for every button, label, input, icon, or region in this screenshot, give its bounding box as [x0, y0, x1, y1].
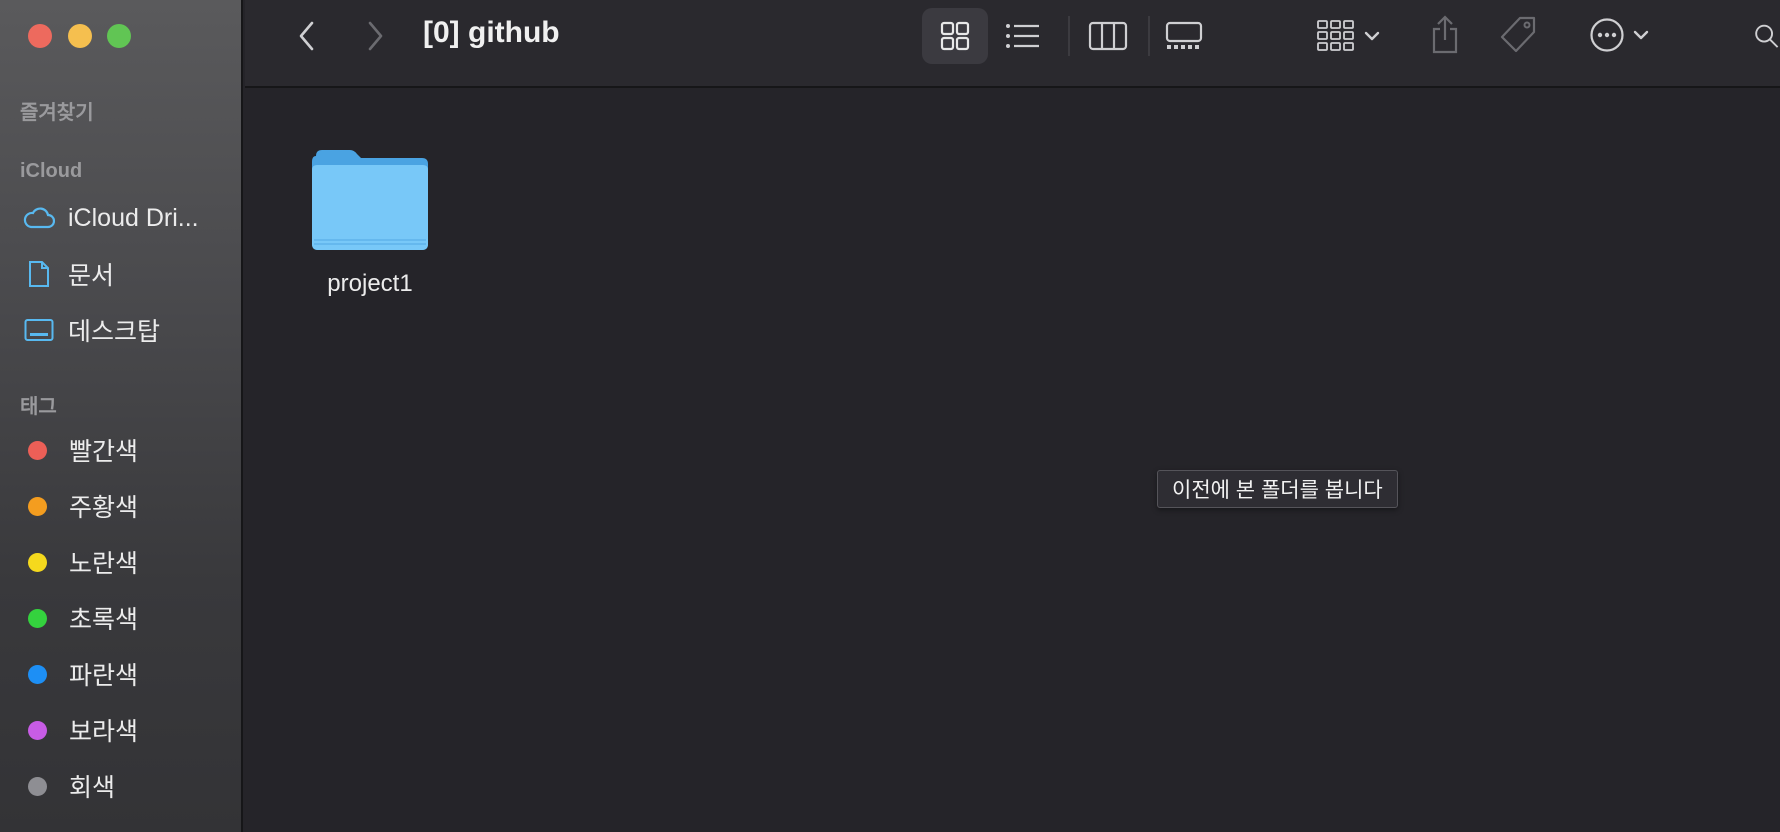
grid-icon	[940, 21, 970, 51]
purple-tag-dot-icon	[28, 720, 47, 740]
desktop-icon	[22, 313, 56, 347]
favorites-section-title: 즐겨찾기	[20, 102, 94, 124]
search-icon	[1755, 24, 1779, 48]
tags-section-title: 태그	[20, 396, 57, 418]
green-tag-dot-icon	[28, 608, 47, 628]
file-browser-content: project1 이전에 본 폴더를 봅니다	[245, 88, 1780, 832]
chevron-left-icon	[299, 21, 314, 51]
tag-icon	[1500, 16, 1536, 53]
toolbar: [0] github	[245, 0, 1780, 88]
cloud-icon	[22, 201, 56, 235]
forward-button[interactable]	[355, 16, 395, 56]
icon-view-button[interactable]	[922, 8, 988, 64]
yellow-tag-dot-icon	[28, 552, 47, 572]
gallery-icon	[1165, 21, 1203, 49]
share-icon	[1432, 15, 1458, 54]
sidebar-item-label: iCloud Dri...	[68, 203, 199, 232]
zoom-window-button[interactable]	[107, 24, 131, 48]
column-view-button[interactable]	[1085, 14, 1131, 58]
tag-label: 파란색	[69, 662, 139, 690]
list-view-button[interactable]	[1001, 14, 1045, 58]
sidebar-tag-red[interactable]: 빨간색	[20, 430, 235, 470]
tag-label: 주황색	[69, 494, 139, 522]
search-button[interactable]	[1753, 16, 1780, 56]
icloud-section-title: iCloud	[20, 160, 83, 182]
chevron-down-icon	[1633, 30, 1649, 40]
sidebar-item-desktop[interactable]: 데스크탑	[22, 310, 237, 350]
file-name: project1	[327, 270, 413, 297]
toolbar-divider	[1068, 16, 1070, 56]
window-title: [0] github	[423, 16, 560, 49]
sidebar-item-documents[interactable]: 문서	[22, 254, 237, 294]
ellipsis-circle-icon	[1590, 18, 1624, 52]
columns-icon	[1088, 21, 1128, 51]
sidebar-tag-gray[interactable]: 회색	[20, 766, 235, 806]
tag-label: 노란색	[69, 550, 139, 578]
group-grid-icon	[1317, 20, 1354, 51]
tag-button[interactable]	[1495, 12, 1541, 58]
chevron-right-icon	[368, 21, 383, 51]
tooltip: 이전에 본 폴더를 봅니다	[1157, 470, 1398, 508]
sidebar: 즐겨찾기 iCloud iCloud Dri... 문서 데스크탑 태그 빨간색	[0, 0, 243, 832]
sidebar-tag-blue[interactable]: 파란색	[20, 654, 235, 694]
group-button[interactable]	[1313, 12, 1383, 60]
orange-tag-dot-icon	[28, 496, 47, 516]
sidebar-tag-purple[interactable]: 보라색	[20, 710, 235, 750]
share-button[interactable]	[1423, 10, 1467, 60]
gallery-view-button[interactable]	[1160, 14, 1208, 58]
close-window-button[interactable]	[28, 24, 52, 48]
blue-tag-dot-icon	[28, 664, 47, 684]
sidebar-tag-green[interactable]: 초록색	[20, 598, 235, 638]
sidebar-tag-orange[interactable]: 주황색	[20, 486, 235, 526]
sidebar-item-label: 데스크탑	[68, 318, 161, 346]
tag-label: 초록색	[69, 606, 139, 634]
sidebar-item-label: 문서	[68, 262, 115, 290]
minimize-window-button[interactable]	[68, 24, 92, 48]
file-item[interactable]: project1	[300, 148, 440, 298]
sidebar-tag-yellow[interactable]: 노란색	[20, 542, 235, 582]
document-icon	[22, 257, 56, 291]
back-button[interactable]	[287, 16, 327, 56]
sidebar-item-icloud-drive[interactable]: iCloud Dri...	[22, 198, 237, 238]
finder-window: 즐겨찾기 iCloud iCloud Dri... 문서 데스크탑 태그 빨간색	[0, 0, 1780, 832]
gray-tag-dot-icon	[28, 776, 47, 796]
folder-icon	[312, 150, 428, 250]
red-tag-dot-icon	[28, 440, 47, 460]
more-actions-button[interactable]	[1583, 12, 1655, 58]
toolbar-divider	[1148, 16, 1150, 56]
tag-label: 회색	[69, 774, 116, 802]
tag-label: 빨간색	[69, 438, 139, 466]
list-icon	[1006, 24, 1039, 48]
tag-label: 보라색	[69, 718, 139, 746]
chevron-down-icon	[1364, 31, 1380, 41]
